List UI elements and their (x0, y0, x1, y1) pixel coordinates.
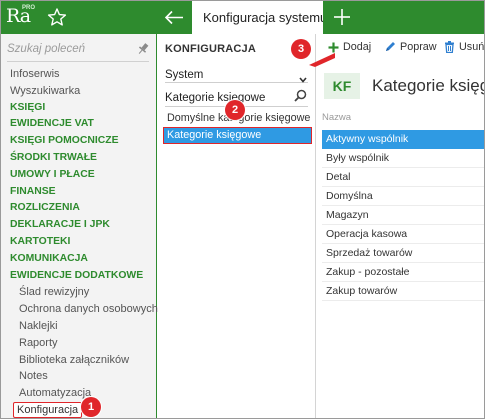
sidebar-item-komunikacja[interactable]: KOMUNIKACJA (1, 251, 157, 268)
callout-badge-2: 2 (225, 100, 245, 120)
config-result-item[interactable]: Kategorie księgowe (163, 127, 312, 144)
delete-button[interactable]: Usuń (444, 39, 484, 55)
sidebar-item-ślad-rewizyjny[interactable]: Ślad rewizyjny (1, 284, 157, 301)
sidebar-item-księgi[interactable]: KSIĘGI (1, 100, 157, 117)
table-row[interactable]: Operacja kasowa (322, 225, 484, 244)
sidebar-item-label: Konfiguracja (13, 401, 83, 418)
sidebar-item-raporty[interactable]: Raporty (1, 335, 157, 352)
config-panel: KONFIGURACJA System Kategorie księgowe D… (158, 34, 315, 418)
new-tab-plus-icon[interactable] (331, 6, 353, 28)
sidebar-item-label: KSIĘGI POMOCNICZE (10, 135, 119, 147)
table-row[interactable]: Były wspólnik (322, 149, 484, 168)
table-row[interactable]: Zakup - pozostałe (322, 263, 484, 282)
favorite-star-icon[interactable] (45, 5, 69, 29)
search-underline (7, 61, 149, 62)
table-row[interactable]: Domyślna (322, 187, 484, 206)
sidebar-item-infoserwis[interactable]: Infoserwis (1, 66, 157, 83)
sidebar-item-label: ŚRODKI TRWAŁE (10, 151, 97, 163)
top-bar: Ra PRO Konfiguracja systemu (1, 1, 484, 34)
table-row[interactable]: Zakup towarów (322, 282, 484, 301)
detail-title: Kategorie księgowe (372, 76, 484, 95)
sidebar-item-label: Wyszukiwarka (10, 84, 81, 97)
sidebar-item-label: KOMUNIKACJA (10, 252, 88, 264)
sidebar-item-księgi-pomocnicze[interactable]: KSIĘGI POMOCNICZE (1, 133, 157, 150)
tab-konfiguracja-systemu[interactable]: Konfiguracja systemu (192, 1, 323, 34)
sidebar-item-label: FINANSE (10, 185, 56, 197)
table-row[interactable]: Sprzedaż towarów (322, 244, 484, 263)
sidebar-item-label: EWIDENCJE VAT (10, 118, 94, 130)
sidebar-item-label: ROZLICZENIA (10, 202, 80, 214)
sidebar-item-label: KSIĘGI (10, 101, 46, 113)
table-row[interactable]: Magazyn (322, 206, 484, 225)
sidebar-item-notes[interactable]: Notes (1, 368, 157, 385)
sidebar-item-ewidencje-vat[interactable]: EWIDENCJE VAT (1, 116, 157, 133)
sidebar-nav: Infoserwis Wyszukiwarka KSIĘGI EWIDENCJE VA… (1, 66, 158, 418)
sidebar-item-label: DEKLARACJE I JPK (10, 219, 110, 231)
trash-icon (445, 41, 454, 53)
add-button-label: Dodaj (343, 41, 372, 53)
sidebar-item-kartoteki[interactable]: KARTOTEKI (1, 234, 157, 251)
sidebar-item-biblioteka-załączników[interactable]: Biblioteka załączników (1, 352, 157, 369)
sidebar-item-ewidencje-dodatkowe[interactable]: EWIDENCJE DODATKOWE (1, 268, 157, 285)
sidebar: Szukaj poleceń Infoserwis Wyszukiwarka KSI… (1, 34, 158, 418)
pin-icon[interactable] (137, 42, 149, 56)
categories-grid: Aktywny wspólnik Były wspólnik Detal Domyśl… (322, 130, 484, 301)
sidebar-item-label: Notes (19, 370, 48, 383)
search-icon[interactable] (294, 89, 307, 102)
sidebar-item-finanse[interactable]: FINANSE (1, 184, 157, 201)
sidebar-item-konfiguracja[interactable]: Konfiguracja (1, 401, 157, 418)
sidebar-item-środki-trwałe[interactable]: ŚRODKI TRWAŁE (1, 150, 157, 167)
logo-badge: PRO (22, 5, 36, 11)
config-panel-title: KONFIGURACJA (165, 43, 257, 55)
command-search-input[interactable]: Szukaj poleceń (7, 42, 149, 64)
column-header-nazwa[interactable]: Nazwa (322, 112, 484, 123)
sidebar-item-automatyzacja[interactable]: Automatyzacja (1, 385, 157, 402)
detail-panel: Dodaj Popraw Usuń KF Kategorie księgowe … (315, 34, 484, 418)
sidebar-item-label: Automatyzacja (19, 387, 92, 400)
sidebar-item-label: Naklejki (19, 319, 58, 332)
sidebar-item-umowy-i-płace[interactable]: UMOWY I PŁACE (1, 167, 157, 184)
sidebar-item-wyszukiwarka[interactable]: Wyszukiwarka (1, 83, 157, 100)
module-badge: KF (324, 73, 360, 99)
sidebar-item-naklejki[interactable]: Naklejki (1, 318, 157, 335)
callout-badge-3: 3 (291, 39, 311, 59)
sidebar-item-label: Raporty (19, 336, 58, 349)
toolbar: Dodaj Popraw Usuń (316, 34, 484, 60)
config-search-value: Kategorie księgowe (165, 92, 266, 104)
sidebar-item-label: KARTOTEKI (10, 235, 71, 247)
system-select[interactable]: System (165, 65, 308, 83)
sidebar-item-label: Infoserwis (10, 68, 60, 80)
sidebar-item-label: EWIDENCJE DODATKOWE (10, 269, 144, 281)
delete-button-label: Usuń (459, 41, 485, 53)
command-search-placeholder: Szukaj poleceń (7, 43, 85, 55)
edit-button-label: Popraw (400, 41, 437, 53)
sidebar-item-ochrona-danych-osobowych[interactable]: Ochrona danych osobowych (1, 301, 158, 318)
callout-badge-1: 1 (81, 397, 101, 417)
app-window: Ra PRO Konfiguracja systemu Szukaj polec… (0, 0, 485, 419)
sidebar-item-deklaracje-i-jpk[interactable]: DEKLARACJE I JPK (1, 217, 157, 234)
app-logo[interactable]: Ra PRO (1, 1, 39, 34)
sidebar-item-label: Biblioteka załączników (19, 353, 130, 366)
pencil-icon (386, 42, 395, 51)
sidebar-item-label: UMOWY I PŁACE (10, 168, 95, 180)
table-row[interactable]: Detal (322, 168, 484, 187)
edit-button[interactable]: Popraw (384, 39, 437, 55)
sidebar-item-label: Ślad rewizyjny (19, 286, 90, 299)
back-arrow-icon[interactable] (156, 1, 192, 34)
sidebar-item-label: Ochrona danych osobowych (19, 303, 158, 316)
sidebar-item-rozliczenia[interactable]: ROZLICZENIA (1, 200, 157, 217)
system-select-value: System (165, 69, 204, 81)
table-row[interactable]: Aktywny wspólnik (322, 130, 484, 149)
